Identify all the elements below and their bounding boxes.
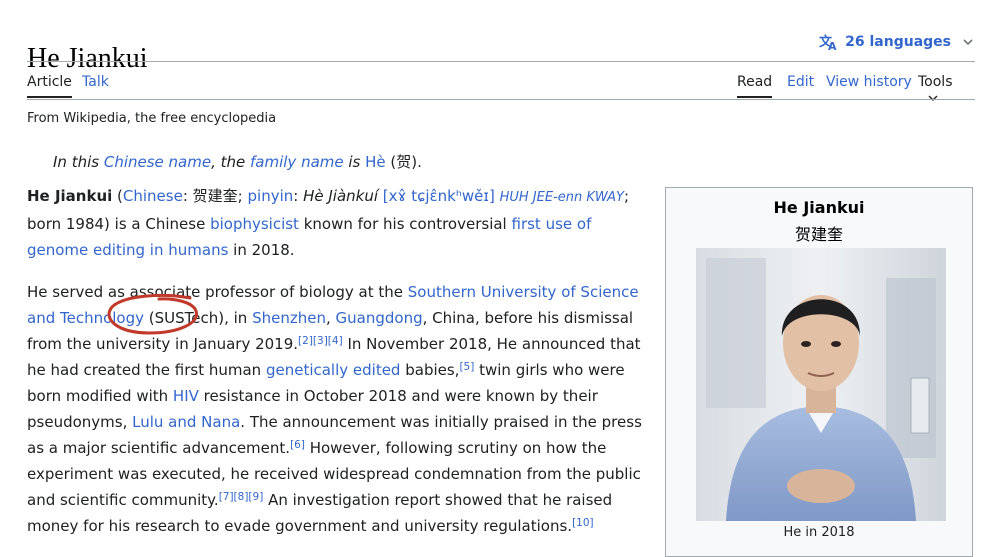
pinyin-text: Hè Jiànkuí xyxy=(303,187,379,205)
hatnote-text: In this xyxy=(53,153,104,171)
tab-view-history[interactable]: View history xyxy=(826,74,912,96)
reference-link[interactable]: [5] xyxy=(459,361,474,373)
pinyin-link[interactable]: pinyin xyxy=(248,187,294,205)
reference-link[interactable]: [2][3][4] xyxy=(298,335,343,347)
tabs-divider xyxy=(27,99,975,100)
infobox-native-name: 贺建奎 xyxy=(794,225,843,244)
text: in 2018. xyxy=(228,241,295,259)
infobox-name: He Jiankui xyxy=(773,198,865,217)
svg-text:A: A xyxy=(828,40,837,51)
text: ; xyxy=(623,187,629,205)
hatnote-text: , the xyxy=(211,153,250,171)
languages-button[interactable]: 文 A 26 languages xyxy=(819,33,973,51)
text: known for his controversial xyxy=(298,215,512,233)
hatnote-text: is xyxy=(343,153,366,171)
hatnote-text: (贺). xyxy=(385,153,422,171)
tab-edit[interactable]: Edit xyxy=(787,74,814,96)
shenzhen-link[interactable]: Shenzhen xyxy=(252,309,326,327)
reference-link[interactable]: [10] xyxy=(572,517,594,529)
lulu-and-nana-link[interactable]: Lulu and Nana xyxy=(132,413,240,431)
translate-icon: 文 A xyxy=(819,33,839,51)
text: He served as associate professor of biol… xyxy=(27,283,408,301)
text: babies, xyxy=(400,361,460,379)
respelling-link[interactable]: HUH JEE-enn KWAY xyxy=(500,190,624,205)
text: , xyxy=(325,309,336,327)
chinese-characters: : 贺建奎; xyxy=(182,187,248,205)
hatnote: In this Chinese name, the family name is… xyxy=(53,151,422,172)
title-divider xyxy=(27,61,975,62)
infobox-caption: He in 2018 xyxy=(783,525,855,540)
text: ( xyxy=(112,187,123,205)
chinese-link[interactable]: Chinese xyxy=(123,187,183,205)
biophysicist-link[interactable]: biophysicist xyxy=(210,215,299,233)
tab-read[interactable]: Read xyxy=(737,74,773,98)
reference-link[interactable]: [6] xyxy=(290,439,305,451)
tab-article[interactable]: Article xyxy=(27,74,72,98)
second-paragraph: He served as associate professor of biol… xyxy=(27,279,652,539)
languages-label: 26 languages xyxy=(845,34,951,50)
guangdong-link[interactable]: Guangdong xyxy=(336,309,423,327)
article-body: He Jiankui (Chinese: 贺建奎; pinyin: Hè Jià… xyxy=(27,183,652,555)
tools-label: Tools xyxy=(918,74,953,90)
hiv-link[interactable]: HIV xyxy=(173,387,199,405)
article-subject: He Jiankui xyxy=(27,187,113,205)
chevron-down-icon xyxy=(928,90,938,106)
text: (SUSTech), in xyxy=(144,309,253,327)
page-tabs: Article Talk Read Edit View history Tool… xyxy=(27,70,975,101)
family-name-link[interactable]: family name xyxy=(250,153,344,171)
he-link[interactable]: Hè xyxy=(365,153,386,171)
portrait-photo[interactable] xyxy=(696,248,946,521)
text: : xyxy=(293,187,304,205)
tagline: From Wikipedia, the free encyclopedia xyxy=(27,111,277,126)
text: born 1984) is a Chinese xyxy=(27,215,211,233)
chinese-name-link[interactable]: Chinese name xyxy=(104,153,211,171)
reference-link[interactable]: [7][8][9] xyxy=(219,491,264,503)
infobox: He Jiankui 贺建奎 He in 2018 xyxy=(665,187,973,557)
chevron-down-icon xyxy=(963,38,973,46)
tab-talk[interactable]: Talk xyxy=(82,74,109,96)
tools-menu[interactable]: Tools xyxy=(918,74,975,112)
genetically-edited-link[interactable]: genetically edited xyxy=(266,361,401,379)
ipa-link[interactable]: [xɤ̂ tɕjɛ̂nkʰwěɪ] xyxy=(383,187,495,205)
lead-paragraph: He Jiankui (Chinese: 贺建奎; pinyin: Hè Jià… xyxy=(27,183,652,263)
